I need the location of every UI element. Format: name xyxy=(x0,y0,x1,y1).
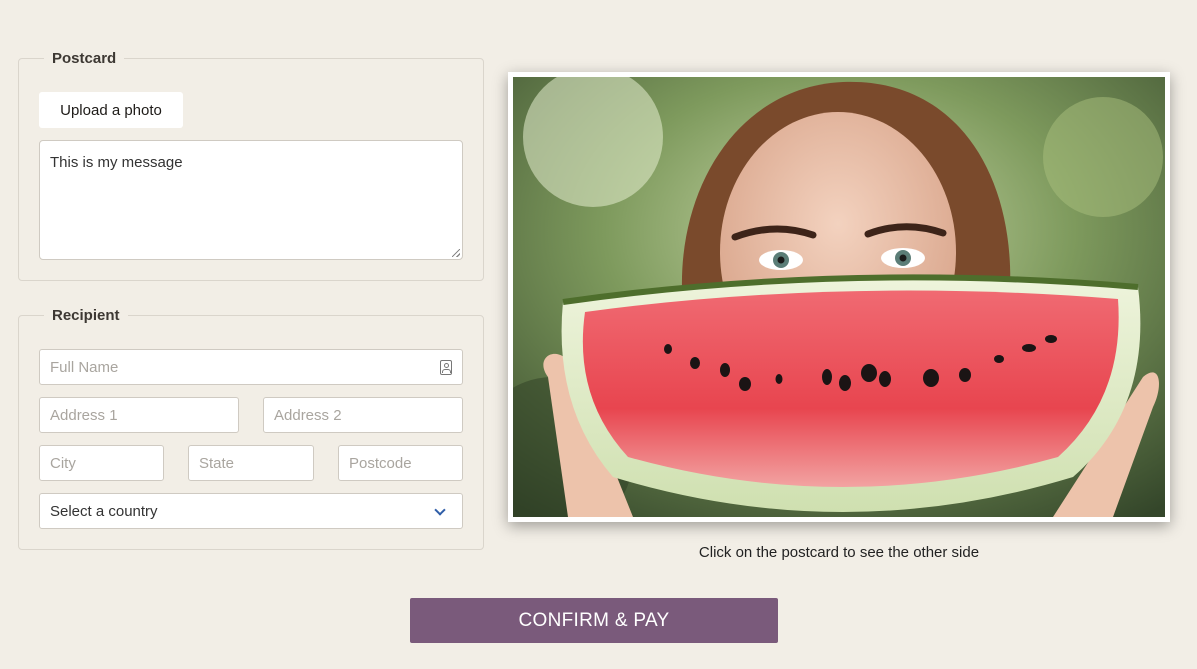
postcard-photo xyxy=(513,77,1165,517)
chevron-down-icon[interactable] xyxy=(434,504,446,516)
postcard-preview[interactable] xyxy=(508,72,1170,522)
confirm-pay-button[interactable]: CONFIRM & PAY xyxy=(410,598,778,643)
postcard-order-page: Postcard Upload a photo This is my messa… xyxy=(0,0,1197,669)
full-name-placeholder: Full Name xyxy=(50,358,119,376)
postcode-input[interactable]: Postcode xyxy=(338,445,463,481)
state-placeholder: State xyxy=(199,454,235,472)
country-select-value: Select a country xyxy=(50,502,158,520)
full-name-input[interactable]: Full Name xyxy=(39,349,463,385)
postcard-legend: Postcard xyxy=(52,50,117,67)
state-input[interactable]: State xyxy=(188,445,314,481)
message-textarea[interactable]: This is my message xyxy=(39,140,463,260)
postcode-placeholder: Postcode xyxy=(349,454,412,472)
message-text: This is my message xyxy=(50,154,183,171)
country-select[interactable]: Select a country xyxy=(39,493,463,529)
address2-input[interactable]: Address 2 xyxy=(263,397,463,433)
resize-grip-icon[interactable] xyxy=(452,249,460,257)
address1-input[interactable]: Address 1 xyxy=(39,397,239,433)
photo-illustration xyxy=(513,77,1165,517)
postcard-flip-hint: Click on the postcard to see the other s… xyxy=(698,544,980,561)
city-input[interactable]: City xyxy=(39,445,164,481)
city-placeholder: City xyxy=(50,454,76,472)
upload-photo-button[interactable]: Upload a photo xyxy=(39,92,183,128)
recipient-legend: Recipient xyxy=(52,307,120,324)
address1-placeholder: Address 1 xyxy=(50,406,118,424)
contact-card-icon[interactable] xyxy=(440,360,452,375)
address2-placeholder: Address 2 xyxy=(274,406,342,424)
